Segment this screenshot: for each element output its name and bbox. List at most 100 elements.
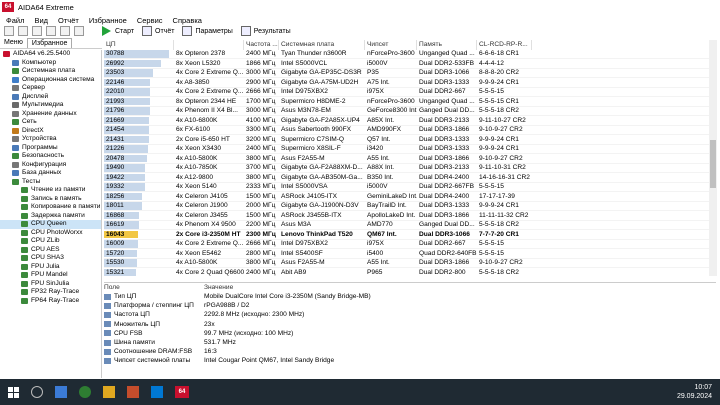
report-button[interactable]: Отчёт xyxy=(142,26,174,36)
edge-icon[interactable] xyxy=(79,386,91,398)
scrollbar-thumb[interactable] xyxy=(710,140,716,188)
tree-node-icon xyxy=(12,136,19,143)
tab-favorites[interactable]: Избранное xyxy=(26,38,73,48)
sidebar-item[interactable]: Системная плата xyxy=(0,67,101,76)
sidebar-item-label: Чтение из памяти xyxy=(31,186,86,193)
details-col-field[interactable]: Поле xyxy=(104,284,204,291)
details-col-value[interactable]: Значение xyxy=(204,284,233,291)
details-field-label: Платформа / степпинг ЦП xyxy=(114,302,194,310)
sidebar-item[interactable]: FPU SinJulia xyxy=(0,280,101,289)
user-icon[interactable] xyxy=(60,26,70,36)
score-value: 21993 xyxy=(106,97,125,105)
start-button[interactable]: Старт xyxy=(102,26,134,36)
tree-node-icon xyxy=(12,110,19,117)
details-row[interactable]: Частота ЦП 2292.8 MHz (исходно: 2300 MHz) xyxy=(104,310,716,319)
cell-timing: 9-9-9-24 CR1 xyxy=(479,202,519,209)
sidebar-item[interactable]: Хранение данных xyxy=(0,110,101,119)
sidebar-item[interactable]: FP32 Ray-Trace xyxy=(0,288,101,297)
sidebar-item[interactable]: CPU AES xyxy=(0,246,101,255)
folder-icon[interactable] xyxy=(103,386,115,398)
sidebar-item[interactable]: Компьютер xyxy=(0,59,101,68)
sidebar-item[interactable]: Копирование в памяти xyxy=(0,203,101,212)
cell-mem: Quad DDR2-640FB xyxy=(419,249,477,257)
cell-timing: 5-5-5-15 xyxy=(479,183,504,190)
score-value: 21796 xyxy=(106,107,125,114)
score-value: 16009 xyxy=(106,240,125,247)
sidebar-item[interactable]: Чтение из памяти xyxy=(0,186,101,195)
sidebar-item[interactable]: AIDA64 v6.25.5400 xyxy=(0,50,101,59)
cell-board: Asus M3N78-EM xyxy=(281,107,331,114)
back-icon[interactable] xyxy=(4,26,14,36)
table-row[interactable]: 15321 4x Core 2 Quad Q6600 2400 МГц Abit AB… xyxy=(104,268,716,276)
cell-freq: 3700 МГц xyxy=(246,164,276,171)
sidebar-item-label: Хранение данных xyxy=(22,109,77,117)
results-button[interactable]: Результаты xyxy=(240,26,291,36)
cell-chip: i975X xyxy=(367,240,384,247)
sidebar-item[interactable]: CPU Queen xyxy=(0,220,101,229)
score-value: 30788 xyxy=(106,50,125,57)
tree-node-icon xyxy=(21,195,28,202)
sidebar-item[interactable]: DirectX xyxy=(0,127,101,136)
sidebar-item[interactable]: Тесты xyxy=(0,178,101,187)
cell-chip: BayTrailD Int. xyxy=(367,202,407,209)
sidebar-item[interactable]: FPU Julia xyxy=(0,263,101,272)
details-row[interactable]: Шина памяти 531.7 MHz xyxy=(104,338,716,347)
sidebar-item-label: FPU Julia xyxy=(31,262,60,270)
mail-icon[interactable] xyxy=(151,386,163,398)
refresh-icon[interactable] xyxy=(46,26,56,36)
sidebar-item[interactable]: База данных xyxy=(0,169,101,178)
cell-timing: 9-9-9-24 CR1 xyxy=(479,145,519,152)
sidebar-item[interactable]: Безопасность xyxy=(0,152,101,161)
chart-icon[interactable] xyxy=(74,26,84,36)
sidebar-item[interactable]: Сеть xyxy=(0,118,101,127)
cell-chip: A85X Int. xyxy=(367,116,395,124)
sidebar-item[interactable]: Дисплей xyxy=(0,93,101,102)
search-icon[interactable] xyxy=(31,386,43,398)
tab-menu[interactable]: Меню xyxy=(0,38,27,48)
sidebar-item[interactable]: FPU Mandel xyxy=(0,271,101,280)
score-cell: 18256 xyxy=(104,192,174,202)
details-row[interactable]: CPU FSB 99.7 MHz (исходно: 100 MHz) xyxy=(104,329,716,338)
grid-scrollbar[interactable] xyxy=(709,40,717,276)
up-icon[interactable] xyxy=(32,26,42,36)
details-row[interactable]: Платформа / степпинг ЦП rPGA988B / D2 xyxy=(104,301,716,310)
sidebar-item[interactable]: Запись в память xyxy=(0,195,101,204)
cell-cpu: 6x FX-6100 xyxy=(176,126,211,133)
cell-board: Gigabyte GA-F2A85X-UP4 xyxy=(281,116,360,124)
clock[interactable]: 10:07 29.09.2024 xyxy=(677,383,712,401)
sidebar-item[interactable]: CPU ZLib xyxy=(0,237,101,246)
cell-timing: 5-5-5-15 xyxy=(479,249,504,257)
params-button[interactable]: Параметры xyxy=(182,26,233,36)
sidebar-item[interactable]: CPU SHA3 xyxy=(0,254,101,263)
sidebar-item[interactable]: Мультимедиа xyxy=(0,101,101,110)
sidebar-item[interactable]: Программы xyxy=(0,144,101,153)
cell-board: Gigabyte GA-EP35C-DS3R xyxy=(281,69,362,76)
details-field: Тип ЦП xyxy=(104,293,204,300)
cell-chip: AMD990FX xyxy=(367,126,402,133)
sidebar-item[interactable]: CPU PhotoWorxx xyxy=(0,229,101,238)
task-view-icon[interactable] xyxy=(55,386,67,398)
cell-freq: 3800 МГц xyxy=(246,173,276,181)
cell-board: Tyan Thunder n3600R xyxy=(281,50,347,57)
store-icon[interactable] xyxy=(127,386,139,398)
cell-cpu: 4x A10-7850K xyxy=(176,164,218,171)
sidebar-item-label: Операционная система xyxy=(22,75,95,83)
details-row[interactable]: Множитель ЦП 23x xyxy=(104,320,716,329)
sidebar-item[interactable]: Сервер xyxy=(0,84,101,93)
cell-mem: Dual DDR2-533FB xyxy=(419,59,474,67)
sidebar-item[interactable]: Конфигурация xyxy=(0,161,101,170)
score-cell: 19422 xyxy=(104,173,174,183)
sidebar-item[interactable]: Операционная система xyxy=(0,76,101,85)
sidebar-item-label: Устройства xyxy=(22,135,57,142)
sidebar-item[interactable]: Устройства xyxy=(0,135,101,144)
details-row[interactable]: Тип ЦП Mobile DualCore Intel Core i3-2350… xyxy=(104,292,716,301)
forward-icon[interactable] xyxy=(18,26,28,36)
aida64-taskbar-icon[interactable]: 64 xyxy=(175,386,189,398)
details-row[interactable]: Соотношение DRAM:FSB 16:3 xyxy=(104,347,716,356)
windows-start-icon[interactable] xyxy=(8,386,19,398)
cell-freq: 1866 МГц xyxy=(246,59,276,67)
cell-timing: 5-5-5-18 CR2 xyxy=(479,268,519,276)
sidebar-item[interactable]: FP64 Ray-Trace xyxy=(0,297,101,306)
sidebar-item[interactable]: Задержка памяти xyxy=(0,212,101,221)
cell-mem: Unganged Quad ... xyxy=(419,50,475,57)
